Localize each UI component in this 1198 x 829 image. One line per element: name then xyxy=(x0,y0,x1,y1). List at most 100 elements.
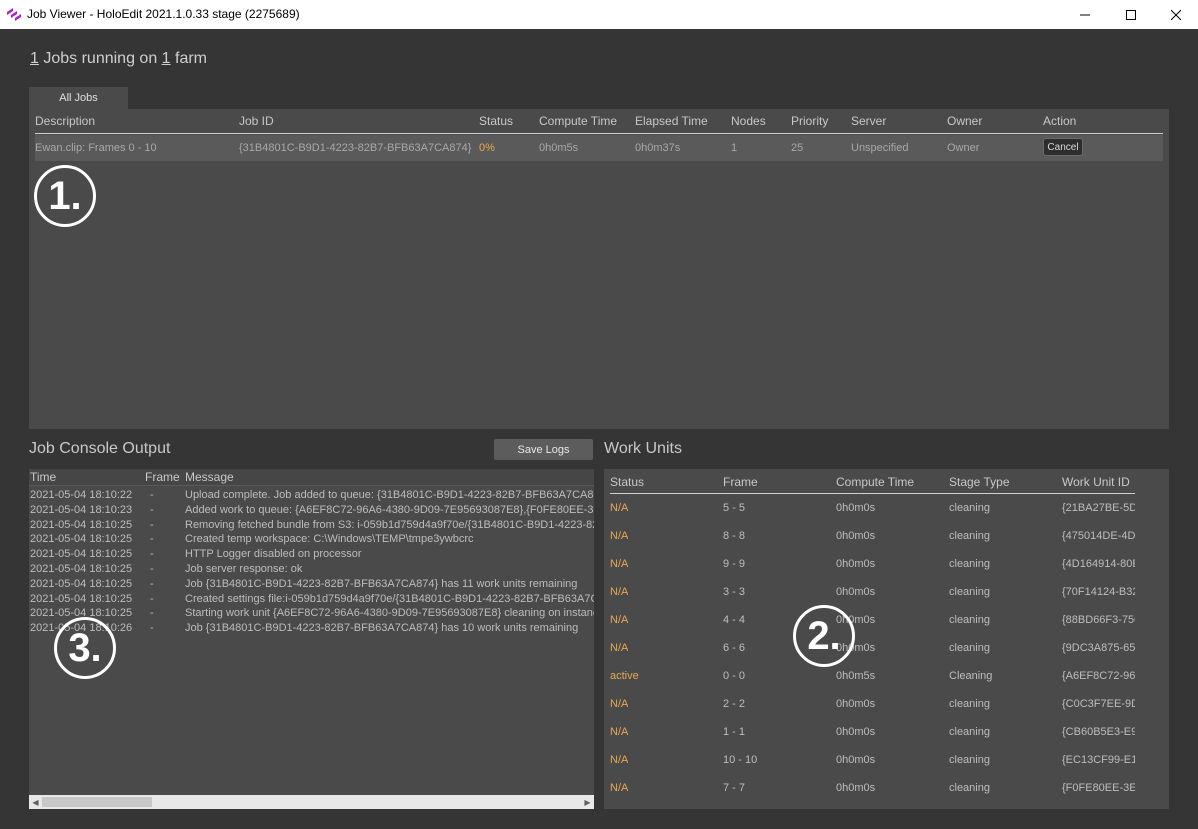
column-header-stage-type[interactable]: Stage Type xyxy=(949,475,1010,489)
work-unit-row[interactable]: N/A 1 - 1 0h0m0s cleaning {CB60B5E3-E9FB-417 xyxy=(604,726,1169,740)
column-header-work-unit-id[interactable]: Work Unit ID xyxy=(1062,475,1130,489)
close-button[interactable] xyxy=(1153,0,1198,29)
save-logs-button[interactable]: Save Logs xyxy=(494,439,593,460)
console-message: Starting work unit {A6EF8C72-96A6-4380-9… xyxy=(185,607,594,620)
console-message: Upload complete. Job added to queue: {31… xyxy=(185,489,594,501)
minimize-button[interactable] xyxy=(1062,0,1108,29)
work-unit-id: {C0C3F7EE-9D81-4C xyxy=(1062,698,1135,710)
console-frame: - xyxy=(150,607,154,620)
work-unit-row[interactable]: N/A 10 - 10 0h0m0s cleaning {EC13CF99-E1FE-4… xyxy=(604,754,1169,768)
console-row: 2021-05-04 18:10:25 - HTTP Logger disabled… xyxy=(29,548,594,563)
annotation-marker-3: 3. xyxy=(54,617,116,679)
scroll-right-icon[interactable]: ▶ xyxy=(581,795,594,809)
console-frame: - xyxy=(150,577,154,590)
column-header-time[interactable]: Time xyxy=(30,470,56,484)
work-unit-row[interactable]: N/A6 - 60h0m0scleaning{9DC3A875-65DB-4E xyxy=(604,642,1169,656)
scrollbar-thumb[interactable] xyxy=(42,797,152,807)
job-owner: Owner xyxy=(947,142,980,154)
console-message: Removing fetched bundle from S3: i-059b1… xyxy=(185,518,594,531)
work-unit-stage-type: cleaning xyxy=(949,614,990,626)
column-header-frame[interactable]: Frame xyxy=(723,475,758,489)
holoedit-logo-icon xyxy=(7,8,21,21)
console-message: Job {31B4801C-B9D1-4223-82B7-BFB63A7CA87… xyxy=(185,622,579,635)
work-unit-row[interactable]: N/A 3 - 3 0h0m0s cleaning {70F14124-B32C-4BE xyxy=(604,586,1169,600)
work-unit-id: {A6EF8C72-96A6-43 xyxy=(1062,670,1135,682)
tab-all-jobs[interactable]: All Jobs xyxy=(29,87,128,109)
cancel-job-button[interactable]: Cancel xyxy=(1043,138,1083,156)
work-unit-status: N/A xyxy=(610,614,629,626)
console-frame: - xyxy=(150,563,154,575)
work-unit-id: {EC13CF99-E1FE-447 xyxy=(1062,754,1135,766)
maximize-button[interactable] xyxy=(1108,0,1154,29)
column-header-frame[interactable]: Frame xyxy=(145,470,180,484)
work-unit-row[interactable]: N/A4 - 40h0m0scleaning{88BD66F3-7500-49A xyxy=(604,614,1169,628)
column-header-server[interactable]: Server xyxy=(851,114,886,128)
work-unit-stage-type: cleaning xyxy=(949,698,990,710)
column-header-elapsed-time[interactable]: Elapsed Time xyxy=(635,114,708,128)
work-unit-stage-type: cleaning xyxy=(949,782,990,794)
work-unit-row[interactable]: N/A 7 - 7 0h0m0s cleaning {F0FE80EE-3E54-487 xyxy=(604,782,1169,796)
console-time: 2021-05-04 18:10:25 xyxy=(30,563,133,575)
work-unit-frame: 8 - 8 xyxy=(723,530,746,542)
column-header-message[interactable]: Message xyxy=(185,470,234,484)
console-frame: - xyxy=(150,592,154,605)
scroll-left-icon[interactable]: ◀ xyxy=(29,795,42,809)
work-unit-status: N/A xyxy=(610,782,629,794)
work-unit-row[interactable]: N/A 5 - 5 0h0m0s cleaning {21BA27BE-5D7C-467 xyxy=(604,502,1169,516)
console-row: 2021-05-04 18:10:25 - Created temp workspa… xyxy=(29,533,594,548)
farm-count-link[interactable]: 1 xyxy=(162,50,171,67)
console-message: HTTP Logger disabled on processor xyxy=(185,548,362,561)
work-unit-status: N/A xyxy=(610,502,629,514)
table-row[interactable] xyxy=(35,135,1163,161)
column-header-nodes[interactable]: Nodes xyxy=(731,114,766,128)
work-unit-row[interactable]: N/A 9 - 9 0h0m0s cleaning {4D164914-80E7-4C2 xyxy=(604,558,1169,572)
minimize-icon xyxy=(1080,14,1090,15)
work-unit-stage-type: Cleaning xyxy=(949,670,993,682)
column-header-compute-time[interactable]: Compute Time xyxy=(836,475,914,489)
console-time: 2021-05-04 18:10:23 xyxy=(30,503,133,516)
console-time: 2021-05-04 18:10:22 xyxy=(30,489,133,501)
close-icon xyxy=(1171,9,1181,20)
work-unit-stage-type: cleaning xyxy=(949,754,990,766)
work-unit-status: N/A xyxy=(610,698,629,710)
column-header-action[interactable]: Action xyxy=(1043,114,1076,128)
column-header-priority[interactable]: Priority xyxy=(791,114,828,128)
work-unit-status: N/A xyxy=(610,726,629,738)
work-unit-id: {9DC3A875-65DB-4E xyxy=(1062,642,1135,654)
column-header-status[interactable]: Status xyxy=(610,475,644,489)
console-row: 2021-05-04 18:10:22 - Upload complete. Job… xyxy=(29,489,594,504)
jobs-count-link[interactable]: 1 xyxy=(30,50,39,67)
console-time: 2021-05-04 18:10:25 xyxy=(30,592,133,605)
work-unit-stage-type: cleaning xyxy=(949,726,990,738)
work-unit-compute-time: 0h0m0s xyxy=(836,698,876,710)
window-titlebar: Job Viewer - HoloEdit 2021.1.0.33 stage … xyxy=(0,0,1198,29)
console-frame: - xyxy=(150,548,154,561)
jobs-table: Description Job ID Status Compute Time E… xyxy=(29,109,1169,429)
work-unit-compute-time: 0h0m0s xyxy=(836,558,876,570)
job-status: 0% xyxy=(479,142,495,154)
work-unit-status: N/A xyxy=(610,754,629,766)
work-unit-frame: 4 - 4 xyxy=(723,614,746,626)
console-frame: - xyxy=(150,622,154,635)
column-header-compute-time[interactable]: Compute Time xyxy=(539,114,617,128)
horizontal-scrollbar[interactable]: ◀ ▶ xyxy=(29,795,594,809)
header-divider xyxy=(35,133,1163,134)
work-unit-status: N/A xyxy=(610,530,629,542)
work-unit-row[interactable]: N/A 8 - 8 0h0m0s cleaning {475014DE-4DF2-456 xyxy=(604,530,1169,544)
jobs-summary: 1 Jobs running on 1 farm xyxy=(30,50,207,68)
job-server: Unspecified xyxy=(851,142,909,154)
work-unit-row[interactable]: N/A 2 - 2 0h0m0s cleaning {C0C3F7EE-9D81-4C xyxy=(604,698,1169,712)
work-unit-id: {21BA27BE-5D7C-467 xyxy=(1062,502,1135,514)
work-unit-frame: 0 - 0 xyxy=(723,670,746,682)
work-unit-frame: 2 - 2 xyxy=(723,698,746,710)
work-unit-id: {CB60B5E3-E9FB-417 xyxy=(1062,726,1135,738)
work-unit-compute-time: 0h0m0s xyxy=(836,782,876,794)
console-header: Time Frame Message xyxy=(29,469,594,486)
column-header-job-id[interactable]: Job ID xyxy=(239,114,274,128)
column-header-description[interactable]: Description xyxy=(35,114,95,128)
work-unit-id: {F0FE80EE-3E54-487 xyxy=(1062,782,1135,794)
work-unit-row[interactable]: active 0 - 0 0h0m5s Cleaning {A6EF8C72-96A6-… xyxy=(604,670,1169,684)
column-header-owner[interactable]: Owner xyxy=(947,114,982,128)
window-title: Job Viewer - HoloEdit 2021.1.0.33 stage … xyxy=(27,7,300,21)
column-header-status[interactable]: Status xyxy=(479,114,513,128)
